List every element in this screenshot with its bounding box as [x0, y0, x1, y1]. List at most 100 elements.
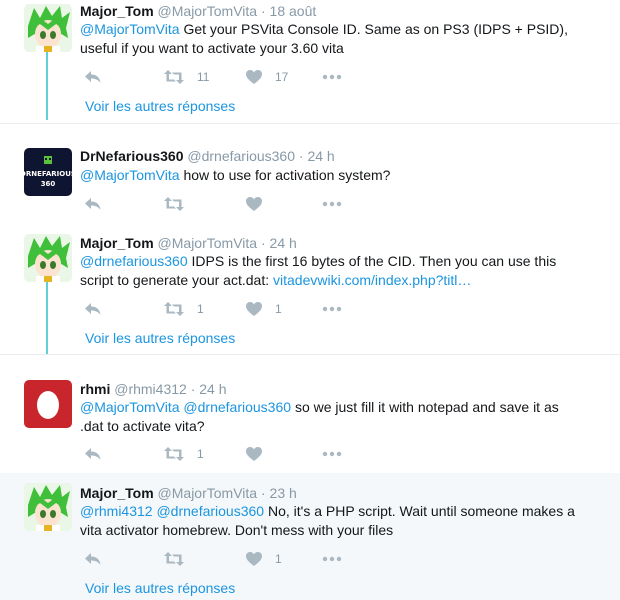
mention-link[interactable]: @MajorTomVita	[80, 21, 180, 37]
retweet-button[interactable]: 1	[163, 445, 204, 463]
retweet-count: 1	[197, 302, 204, 316]
like-count: 1	[275, 552, 282, 566]
retweet-icon	[164, 197, 184, 211]
user-name[interactable]: rhmi	[80, 381, 110, 397]
tweet-header: Major_Tom @MajorTomVita · 23 h	[80, 485, 297, 501]
retweet-icon	[164, 447, 184, 461]
mention-link[interactable]: @MajorTomVita	[80, 167, 180, 183]
tweet-actions: 1	[84, 445, 384, 463]
user-handle[interactable]: @rhmi4312	[114, 381, 187, 397]
avatar[interactable]	[24, 4, 72, 52]
reply-icon	[85, 198, 101, 210]
more-icon	[322, 556, 342, 562]
tweet-body: how to use for activation system?	[183, 167, 391, 183]
retweet-button[interactable]: 11	[163, 68, 209, 86]
like-count: 17	[275, 70, 289, 84]
url-link[interactable]: vitadevwiki.com/index.php?titl…	[273, 272, 471, 288]
reply-button[interactable]	[84, 445, 102, 463]
like-icon	[246, 552, 262, 566]
reply-button[interactable]	[84, 195, 102, 213]
like-button[interactable]	[245, 195, 275, 213]
avatar[interactable]: DRNEFARIOUS 360	[24, 148, 72, 196]
timestamp[interactable]: 18 août	[270, 3, 317, 19]
like-button[interactable]: 1	[245, 550, 282, 568]
more-replies-link[interactable]: Voir les autres réponses	[85, 330, 235, 346]
like-button[interactable]: 17	[245, 68, 288, 86]
reply-icon	[85, 71, 101, 83]
mention-link[interactable]: @MajorTomVita @drnefarious360	[80, 399, 291, 415]
mention-link[interactable]: @rhmi4312 @drnefarious360	[80, 503, 264, 519]
tweet-text: @MajorTomVita how to use for activation …	[80, 166, 580, 185]
more-icon	[322, 201, 342, 207]
like-count: 1	[275, 302, 282, 316]
tweet-actions	[84, 195, 384, 213]
more-button[interactable]	[322, 550, 342, 568]
reply-icon	[85, 303, 101, 315]
separator-dot: ·	[260, 485, 266, 501]
avatar[interactable]	[24, 234, 72, 282]
more-button[interactable]	[322, 68, 342, 86]
tweet-header: DrNefarious360 @drnefarious360 · 24 h	[80, 148, 335, 164]
user-name[interactable]: Major_Tom	[80, 235, 154, 251]
more-icon	[322, 451, 342, 457]
retweet-button[interactable]	[163, 195, 197, 213]
reply-button[interactable]	[84, 300, 102, 318]
tweet[interactable]: Major_Tom @MajorTomVita · 18 août @Major…	[0, 0, 620, 124]
like-icon	[246, 70, 262, 84]
tweet-actions: 11 17	[84, 68, 384, 86]
retweet-icon	[164, 302, 184, 316]
tweet-text: @rhmi4312 @drnefarious360 No, it's a PHP…	[80, 502, 580, 539]
retweet-icon	[164, 70, 184, 84]
tweet-actions: 1	[84, 550, 384, 568]
tweet[interactable]: DRNEFARIOUS 360 DrNefarious360 @drnefari…	[0, 124, 620, 224]
user-name[interactable]: DrNefarious360	[80, 148, 184, 164]
more-replies-link[interactable]: Voir les autres réponses	[85, 580, 235, 596]
retweet-button[interactable]: 1	[163, 300, 204, 318]
user-handle[interactable]: @drnefarious360	[187, 148, 295, 164]
timestamp[interactable]: 24 h	[270, 235, 297, 251]
avatar-text: DRNEFARIOUS	[24, 170, 72, 178]
tweet[interactable]: Major_Tom @MajorTomVita · 23 h @rhmi4312…	[0, 473, 620, 600]
like-button[interactable]: 1	[245, 300, 282, 318]
reply-icon	[85, 553, 101, 565]
like-icon	[246, 447, 262, 461]
reply-icon	[85, 448, 101, 460]
separator-dot: ·	[190, 381, 196, 397]
avatar[interactable]	[24, 483, 72, 531]
more-button[interactable]	[322, 300, 342, 318]
avatar[interactable]	[24, 380, 72, 428]
like-icon	[246, 197, 262, 211]
reply-button[interactable]	[84, 550, 102, 568]
tweet-text: @MajorTomVita @drnefarious360 so we just…	[80, 398, 580, 435]
tweet-header: Major_Tom @MajorTomVita · 18 août	[80, 3, 316, 19]
more-button[interactable]	[322, 445, 342, 463]
retweet-button[interactable]	[163, 550, 197, 568]
tweet[interactable]: rhmi @rhmi4312 · 24 h @MajorTomVita @drn…	[0, 355, 620, 473]
retweet-icon	[164, 552, 184, 566]
more-icon	[322, 306, 342, 312]
user-handle[interactable]: @MajorTomVita	[158, 235, 258, 251]
separator-dot: ·	[260, 235, 266, 251]
separator-dot: ·	[298, 148, 304, 164]
retweet-count: 1	[197, 447, 204, 461]
tweet-actions: 1 1	[84, 300, 384, 318]
timestamp[interactable]: 23 h	[270, 485, 297, 501]
tweet-text: @MajorTomVita Get your PSVita Console ID…	[80, 20, 580, 57]
avatar-text: 360	[41, 180, 56, 188]
user-name[interactable]: Major_Tom	[80, 485, 154, 501]
more-replies-link[interactable]: Voir les autres réponses	[85, 98, 235, 114]
mention-link[interactable]: @drnefarious360	[80, 253, 188, 269]
tweet[interactable]: Major_Tom @MajorTomVita · 24 h @drnefari…	[0, 224, 620, 354]
user-handle[interactable]: @MajorTomVita	[158, 3, 258, 19]
more-icon	[322, 74, 342, 80]
reply-button[interactable]	[84, 68, 102, 86]
timestamp[interactable]: 24 h	[307, 148, 334, 164]
more-button[interactable]	[322, 195, 342, 213]
user-handle[interactable]: @MajorTomVita	[158, 485, 258, 501]
user-name[interactable]: Major_Tom	[80, 3, 154, 19]
retweet-count: 11	[197, 70, 210, 84]
timestamp[interactable]: 24 h	[199, 381, 226, 397]
like-button[interactable]	[245, 445, 275, 463]
tweet-text: @drnefarious360 IDPS is the first 16 byt…	[80, 252, 580, 289]
tweet-header: rhmi @rhmi4312 · 24 h	[80, 381, 227, 397]
